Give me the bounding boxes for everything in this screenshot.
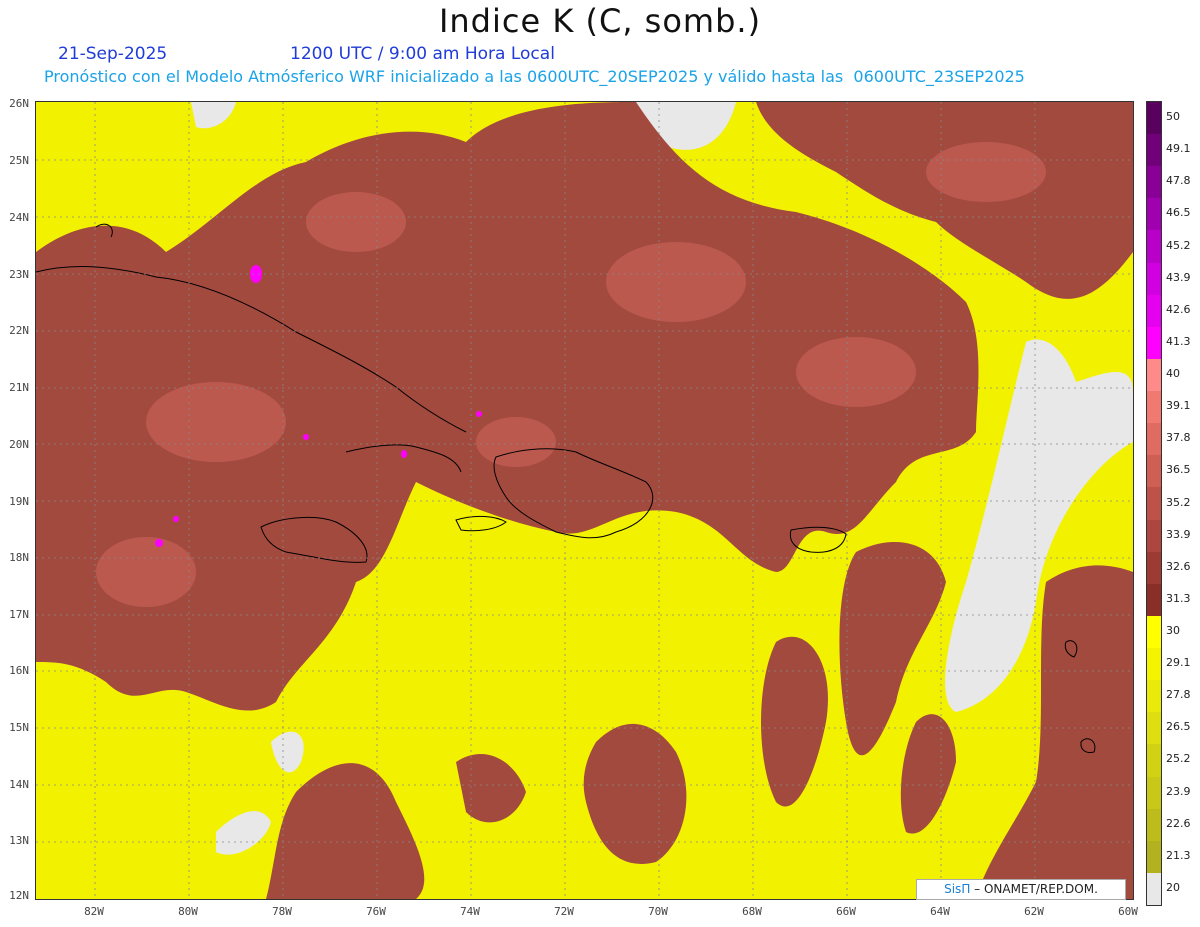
map-canvas bbox=[36, 102, 1133, 899]
colorbar bbox=[1146, 101, 1162, 906]
lon-label: 66W bbox=[836, 905, 856, 918]
colorbar-label: 41.3 bbox=[1166, 334, 1191, 348]
lat-label: 18N bbox=[9, 551, 29, 564]
colorbar-label: 27.8 bbox=[1166, 688, 1191, 702]
colorbar-swatch bbox=[1147, 391, 1161, 424]
lat-label: 17N bbox=[9, 608, 29, 621]
colorbar-label: 22.6 bbox=[1166, 816, 1191, 830]
colorbar-label: 43.9 bbox=[1166, 270, 1191, 284]
lat-label: 14N bbox=[9, 778, 29, 791]
colorbar-label: 45.2 bbox=[1166, 238, 1191, 252]
colorbar-label: 35.2 bbox=[1166, 495, 1191, 509]
lon-label: 82W bbox=[84, 905, 104, 918]
colorbar-swatch bbox=[1147, 134, 1161, 167]
k-index-map bbox=[35, 101, 1134, 900]
colorbar-label: 50 bbox=[1166, 110, 1180, 124]
colorbar-swatch bbox=[1147, 744, 1161, 777]
colorbar-swatch bbox=[1147, 230, 1161, 264]
colorbar-swatch bbox=[1147, 648, 1161, 681]
colorbar-label: 20 bbox=[1166, 880, 1180, 894]
lon-label: 74W bbox=[460, 905, 480, 918]
colorbar-swatch bbox=[1147, 102, 1161, 135]
colorbar-swatch bbox=[1147, 840, 1161, 874]
colorbar-swatch bbox=[1147, 423, 1161, 456]
lat-label: 26N bbox=[9, 97, 29, 110]
lon-label: 70W bbox=[648, 905, 668, 918]
colorbar-swatch bbox=[1147, 680, 1161, 713]
colorbar-swatch bbox=[1147, 872, 1161, 906]
colorbar-swatch bbox=[1147, 808, 1161, 842]
colorbar-swatch bbox=[1147, 551, 1161, 585]
lat-label: 13N bbox=[9, 834, 29, 847]
valid-date: 21-Sep-2025 bbox=[58, 44, 168, 64]
lon-label: 60W bbox=[1118, 905, 1138, 918]
lat-label: 22N bbox=[9, 324, 29, 337]
lat-label: 15N bbox=[9, 721, 29, 734]
colorbar-swatch bbox=[1147, 166, 1161, 199]
lon-label: 68W bbox=[742, 905, 762, 918]
colorbar-swatch bbox=[1147, 262, 1161, 296]
colorbar-label: 25.2 bbox=[1166, 752, 1191, 766]
colorbar-swatch bbox=[1147, 487, 1161, 521]
colorbar-label: 47.8 bbox=[1166, 174, 1191, 188]
lon-label: 78W bbox=[272, 905, 292, 918]
colorbar-label: 21.3 bbox=[1166, 848, 1191, 862]
lat-label: 19N bbox=[9, 495, 29, 508]
colorbar-swatch bbox=[1147, 358, 1161, 392]
colorbar-label: 39.1 bbox=[1166, 399, 1191, 413]
colorbar-label: 37.8 bbox=[1166, 431, 1191, 445]
colorbar-swatch bbox=[1147, 583, 1161, 617]
map-title: Indice K (C, somb.) bbox=[438, 2, 762, 40]
credit-box: SisΠ – ONAMET/REP.DOM. bbox=[916, 879, 1126, 900]
lat-label: 24N bbox=[9, 211, 29, 224]
lon-label: 64W bbox=[930, 905, 950, 918]
colorbar-swatch bbox=[1147, 776, 1161, 810]
colorbar-swatch bbox=[1147, 294, 1161, 328]
colorbar-label: 36.5 bbox=[1166, 463, 1191, 477]
colorbar-label: 29.1 bbox=[1166, 656, 1191, 670]
colorbar-label: 42.6 bbox=[1166, 302, 1191, 316]
colorbar-label: 32.6 bbox=[1166, 559, 1191, 573]
colorbar-label: 31.3 bbox=[1166, 591, 1191, 605]
colorbar-swatch bbox=[1147, 519, 1161, 553]
colorbar-label: 26.5 bbox=[1166, 720, 1191, 734]
valid-time: 1200 UTC / 9:00 am Hora Local bbox=[290, 44, 555, 64]
colorbar-swatch bbox=[1147, 455, 1161, 488]
lat-label: 23N bbox=[9, 268, 29, 281]
lon-label: 76W bbox=[366, 905, 386, 918]
colorbar-label: 30 bbox=[1166, 623, 1180, 637]
lon-label: 80W bbox=[178, 905, 198, 918]
lon-label: 72W bbox=[554, 905, 574, 918]
colorbar-label: 49.1 bbox=[1166, 142, 1191, 156]
colorbar-label: 33.9 bbox=[1166, 527, 1191, 541]
brand-label: SisΠ bbox=[944, 882, 971, 896]
colorbar-label: 23.9 bbox=[1166, 784, 1191, 798]
lat-label: 12N bbox=[9, 889, 29, 902]
lat-label: 25N bbox=[9, 154, 29, 167]
lat-label: 20N bbox=[9, 438, 29, 451]
colorbar-swatch bbox=[1147, 326, 1161, 360]
colorbar-swatch bbox=[1147, 712, 1161, 745]
lat-label: 21N bbox=[9, 381, 29, 394]
org-label: – ONAMET/REP.DOM. bbox=[974, 882, 1098, 896]
colorbar-swatch bbox=[1147, 615, 1161, 649]
lat-label: 16N bbox=[9, 664, 29, 677]
colorbar-label: 40 bbox=[1166, 367, 1180, 381]
colorbar-label: 46.5 bbox=[1166, 206, 1191, 220]
colorbar-swatch bbox=[1147, 198, 1161, 231]
lon-label: 62W bbox=[1024, 905, 1044, 918]
forecast-info: Pronóstico con el Modelo Atmósferico WRF… bbox=[44, 67, 1025, 86]
